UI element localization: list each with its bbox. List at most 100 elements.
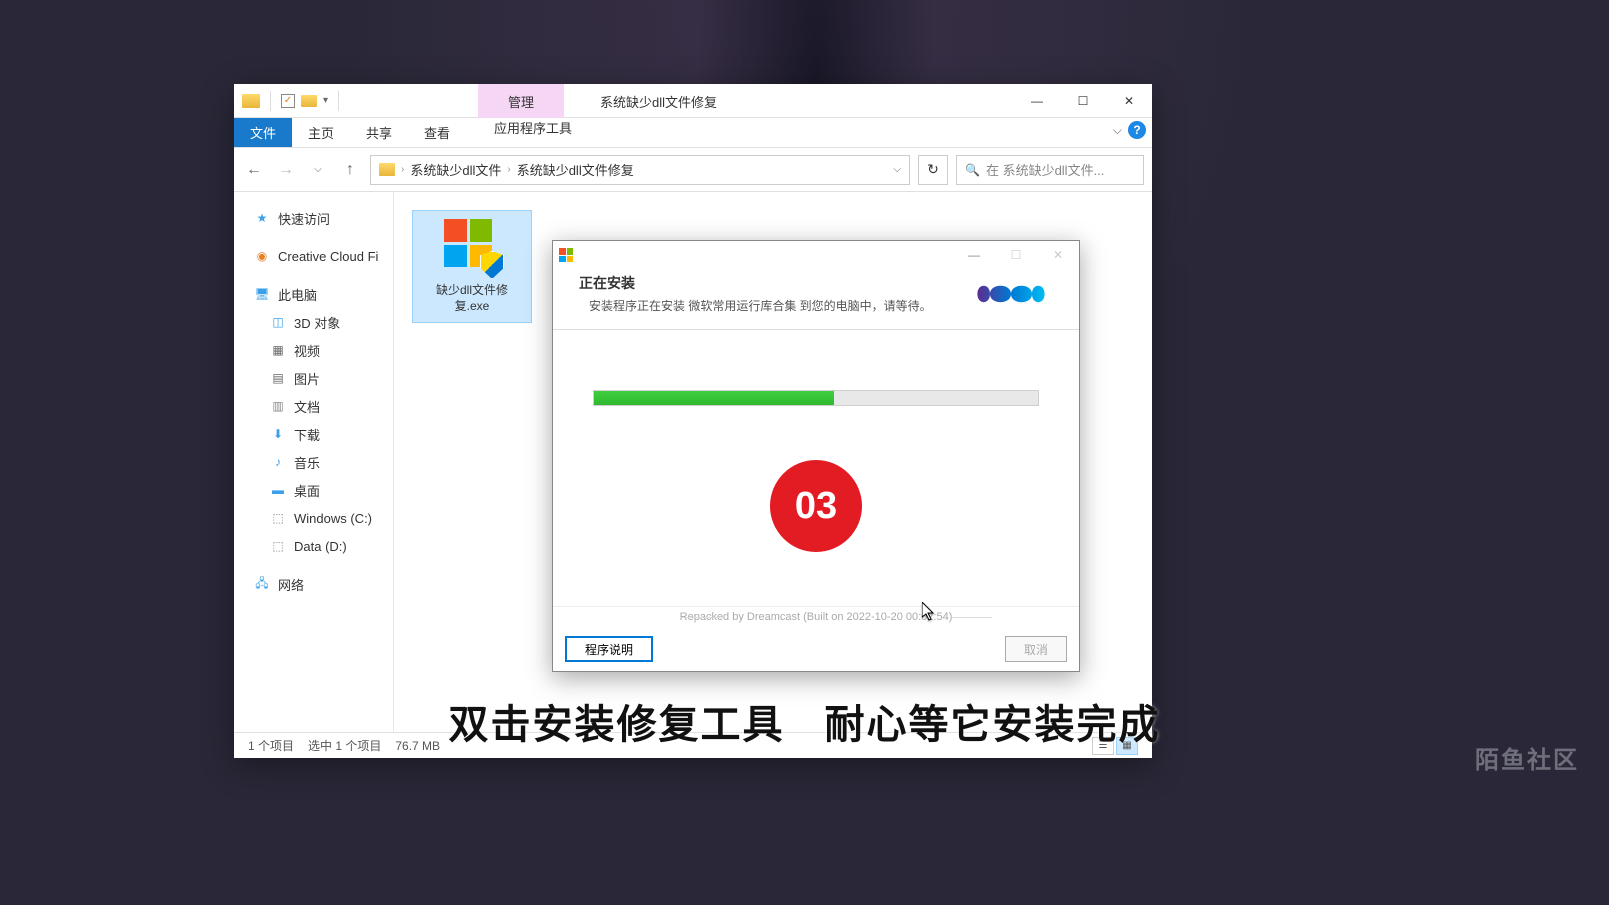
breadcrumb[interactable]: › 系统缺少dll文件 › 系统缺少dll文件修复 ⌵ (370, 155, 910, 185)
sidebar-item-label: 此电脑 (278, 285, 317, 304)
installer-build-info: Repacked by Dreamcast (Built on 2022-10-… (553, 606, 1079, 627)
sidebar-item-pictures[interactable]: ▤ 图片 (234, 364, 393, 392)
installer-title: 正在安装 (579, 273, 949, 293)
drive-icon: ⬚ (270, 510, 286, 526)
video-icon: ▦ (270, 342, 286, 358)
ribbon-expand-icon[interactable]: ⌵ (1113, 123, 1122, 138)
subtitle-part-1: 双击安装修复工具 (449, 703, 785, 747)
desktop-icon: ▬ (270, 482, 286, 498)
sidebar-item-documents[interactable]: ▥ 文档 (234, 392, 393, 420)
dialog-title-bar: — ☐ ✕ (553, 241, 1079, 269)
qat-customize-dropdown[interactable]: ▾ (323, 95, 328, 106)
document-icon: ▥ (270, 398, 286, 414)
close-button: ✕ (1037, 241, 1079, 269)
nav-up-button[interactable]: ↑ (338, 158, 362, 182)
sidebar-item-drive-d[interactable]: ⬚ Data (D:) (234, 532, 393, 560)
ribbon-tabs: 文件 主页 共享 查看 应用程序工具 ⌵ ? (234, 118, 1152, 148)
qat-properties-checkbox[interactable]: ✓ (281, 94, 295, 108)
window-controls: — ☐ ✕ (1014, 84, 1152, 118)
subtitle-part-2: 耐心等它安装完成 (825, 703, 1161, 747)
dialog-body: 03 (553, 330, 1079, 606)
sidebar-item-label: 3D 对象 (294, 313, 340, 332)
ribbon-tab-home[interactable]: 主页 (292, 118, 350, 147)
windows-logo-icon (559, 248, 573, 262)
visual-studio-infinity-icon (969, 273, 1053, 315)
chevron-right-icon[interactable]: › (401, 164, 404, 175)
qat-new-folder-icon[interactable] (301, 95, 317, 107)
sidebar-item-videos[interactable]: ▦视频 (234, 336, 393, 364)
breadcrumb-segment[interactable]: 系统缺少dll文件修复 (517, 160, 634, 179)
separator (270, 91, 271, 111)
sidebar-item-downloads[interactable]: ⬇下载 (234, 420, 393, 448)
star-icon: ★ (254, 210, 270, 226)
contextual-tab-manage: 管理 (478, 84, 564, 118)
maximize-button[interactable]: ☐ (1060, 84, 1106, 118)
sidebar-item-label: 下载 (294, 425, 320, 444)
sidebar-item-label: 快速访问 (278, 209, 330, 228)
ribbon-tab-view[interactable]: 查看 (408, 118, 466, 147)
navigation-bar: ← → ⌵ ↑ › 系统缺少dll文件 › 系统缺少dll文件修复 ⌵ ↻ 🔍 … (234, 148, 1152, 192)
step-number-badge: 03 (770, 460, 862, 552)
sidebar-item-label: 网络 (278, 575, 304, 594)
installer-dialog: — ☐ ✕ 正在安装 安装程序正在安装 微软常用运行库合集 到您的电脑中，请等待… (552, 240, 1080, 672)
window-title: 系统缺少dll文件修复 (600, 84, 717, 118)
sidebar-item-drive-c[interactable]: ⬚ Windows (C:) (234, 504, 393, 532)
breadcrumb-dropdown-icon[interactable]: ⌵ (893, 164, 901, 175)
progress-fill (594, 391, 834, 405)
file-name-label: 缺少dll文件修复.exe (421, 283, 523, 314)
sidebar-item-music[interactable]: ♪音乐 (234, 448, 393, 476)
close-button[interactable]: ✕ (1106, 84, 1152, 118)
dialog-header: 正在安装 安装程序正在安装 微软常用运行库合集 到您的电脑中，请等待。 (553, 269, 1079, 330)
program-info-button[interactable]: 程序说明 (565, 636, 653, 662)
file-item-selected[interactable]: 缺少dll文件修复.exe (412, 210, 532, 323)
sidebar-item-desktop[interactable]: ▬ 桌面 (234, 476, 393, 504)
sidebar-item-label: 桌面 (294, 481, 320, 500)
installer-description: 安装程序正在安装 微软常用运行库合集 到您的电脑中，请等待。 (579, 297, 949, 315)
video-watermark: 陌鱼社区 (1475, 740, 1579, 775)
nav-recent-dropdown[interactable]: ⌵ (306, 158, 330, 182)
sidebar-item-this-pc[interactable]: 🖥 此电脑 (234, 280, 393, 308)
sidebar-item-label: Windows (C:) (294, 511, 372, 526)
search-input[interactable]: 🔍 在 系统缺少dll文件... (956, 155, 1144, 185)
sidebar-item-creative-cloud[interactable]: ◉ Creative Cloud Fi (234, 242, 393, 270)
sidebar-item-label: 文档 (294, 397, 320, 416)
drive-icon: ⬚ (270, 538, 286, 554)
nav-forward-button[interactable]: → (274, 158, 298, 182)
status-selected-count: 选中 1 个项目 (308, 737, 381, 754)
pc-icon: 🖥 (254, 286, 270, 302)
creative-cloud-icon: ◉ (254, 248, 270, 264)
folder-icon (242, 94, 260, 108)
sidebar-item-quick-access[interactable]: ★ 快速访问 (234, 204, 393, 232)
sidebar-item-3d-objects[interactable]: ◫ 3D 对象 (234, 308, 393, 336)
status-item-count: 1 个项目 (248, 737, 294, 754)
cancel-button[interactable]: 取消 (1005, 636, 1067, 662)
chevron-right-icon[interactable]: › (507, 164, 510, 175)
breadcrumb-segment[interactable]: 系统缺少dll文件 (410, 160, 501, 179)
picture-icon: ▤ (270, 370, 286, 386)
explorer-title-bar: ✓ ▾ 管理 系统缺少dll文件修复 — ☐ ✕ (234, 84, 1152, 118)
ribbon-tab-app-tools[interactable]: 应用程序工具 (478, 118, 588, 137)
sidebar-item-network[interactable]: 🖧 网络 (234, 570, 393, 598)
dialog-button-row: 程序说明 取消 (553, 627, 1079, 671)
quick-access-toolbar: ✓ ▾ (234, 91, 343, 111)
network-icon: 🖧 (254, 576, 270, 592)
search-placeholder: 在 系统缺少dll文件... (986, 160, 1104, 179)
ribbon-tab-file[interactable]: 文件 (234, 118, 292, 147)
nav-back-button[interactable]: ← (242, 158, 266, 182)
sidebar-item-label: 图片 (294, 369, 320, 388)
sidebar-item-label: Data (D:) (294, 539, 347, 554)
maximize-button: ☐ (995, 241, 1037, 269)
sidebar-item-label: Creative Cloud Fi (278, 249, 378, 264)
progress-bar (593, 390, 1039, 406)
ribbon-tab-share[interactable]: 共享 (350, 118, 408, 147)
minimize-button[interactable]: — (953, 241, 995, 269)
minimize-button[interactable]: — (1014, 84, 1060, 118)
cube-icon: ◫ (270, 314, 286, 330)
navigation-pane: ★ 快速访问 ◉ Creative Cloud Fi 🖥 此电脑 ◫ 3D 对象 ▦视频… (234, 192, 394, 732)
search-icon: 🔍 (965, 163, 980, 177)
video-subtitle: 双击安装修复工具耐心等它安装完成 (449, 692, 1161, 750)
refresh-button[interactable]: ↻ (918, 155, 948, 185)
music-icon: ♪ (270, 454, 286, 470)
help-icon[interactable]: ? (1128, 121, 1146, 139)
status-selected-size: 76.7 MB (395, 739, 440, 753)
